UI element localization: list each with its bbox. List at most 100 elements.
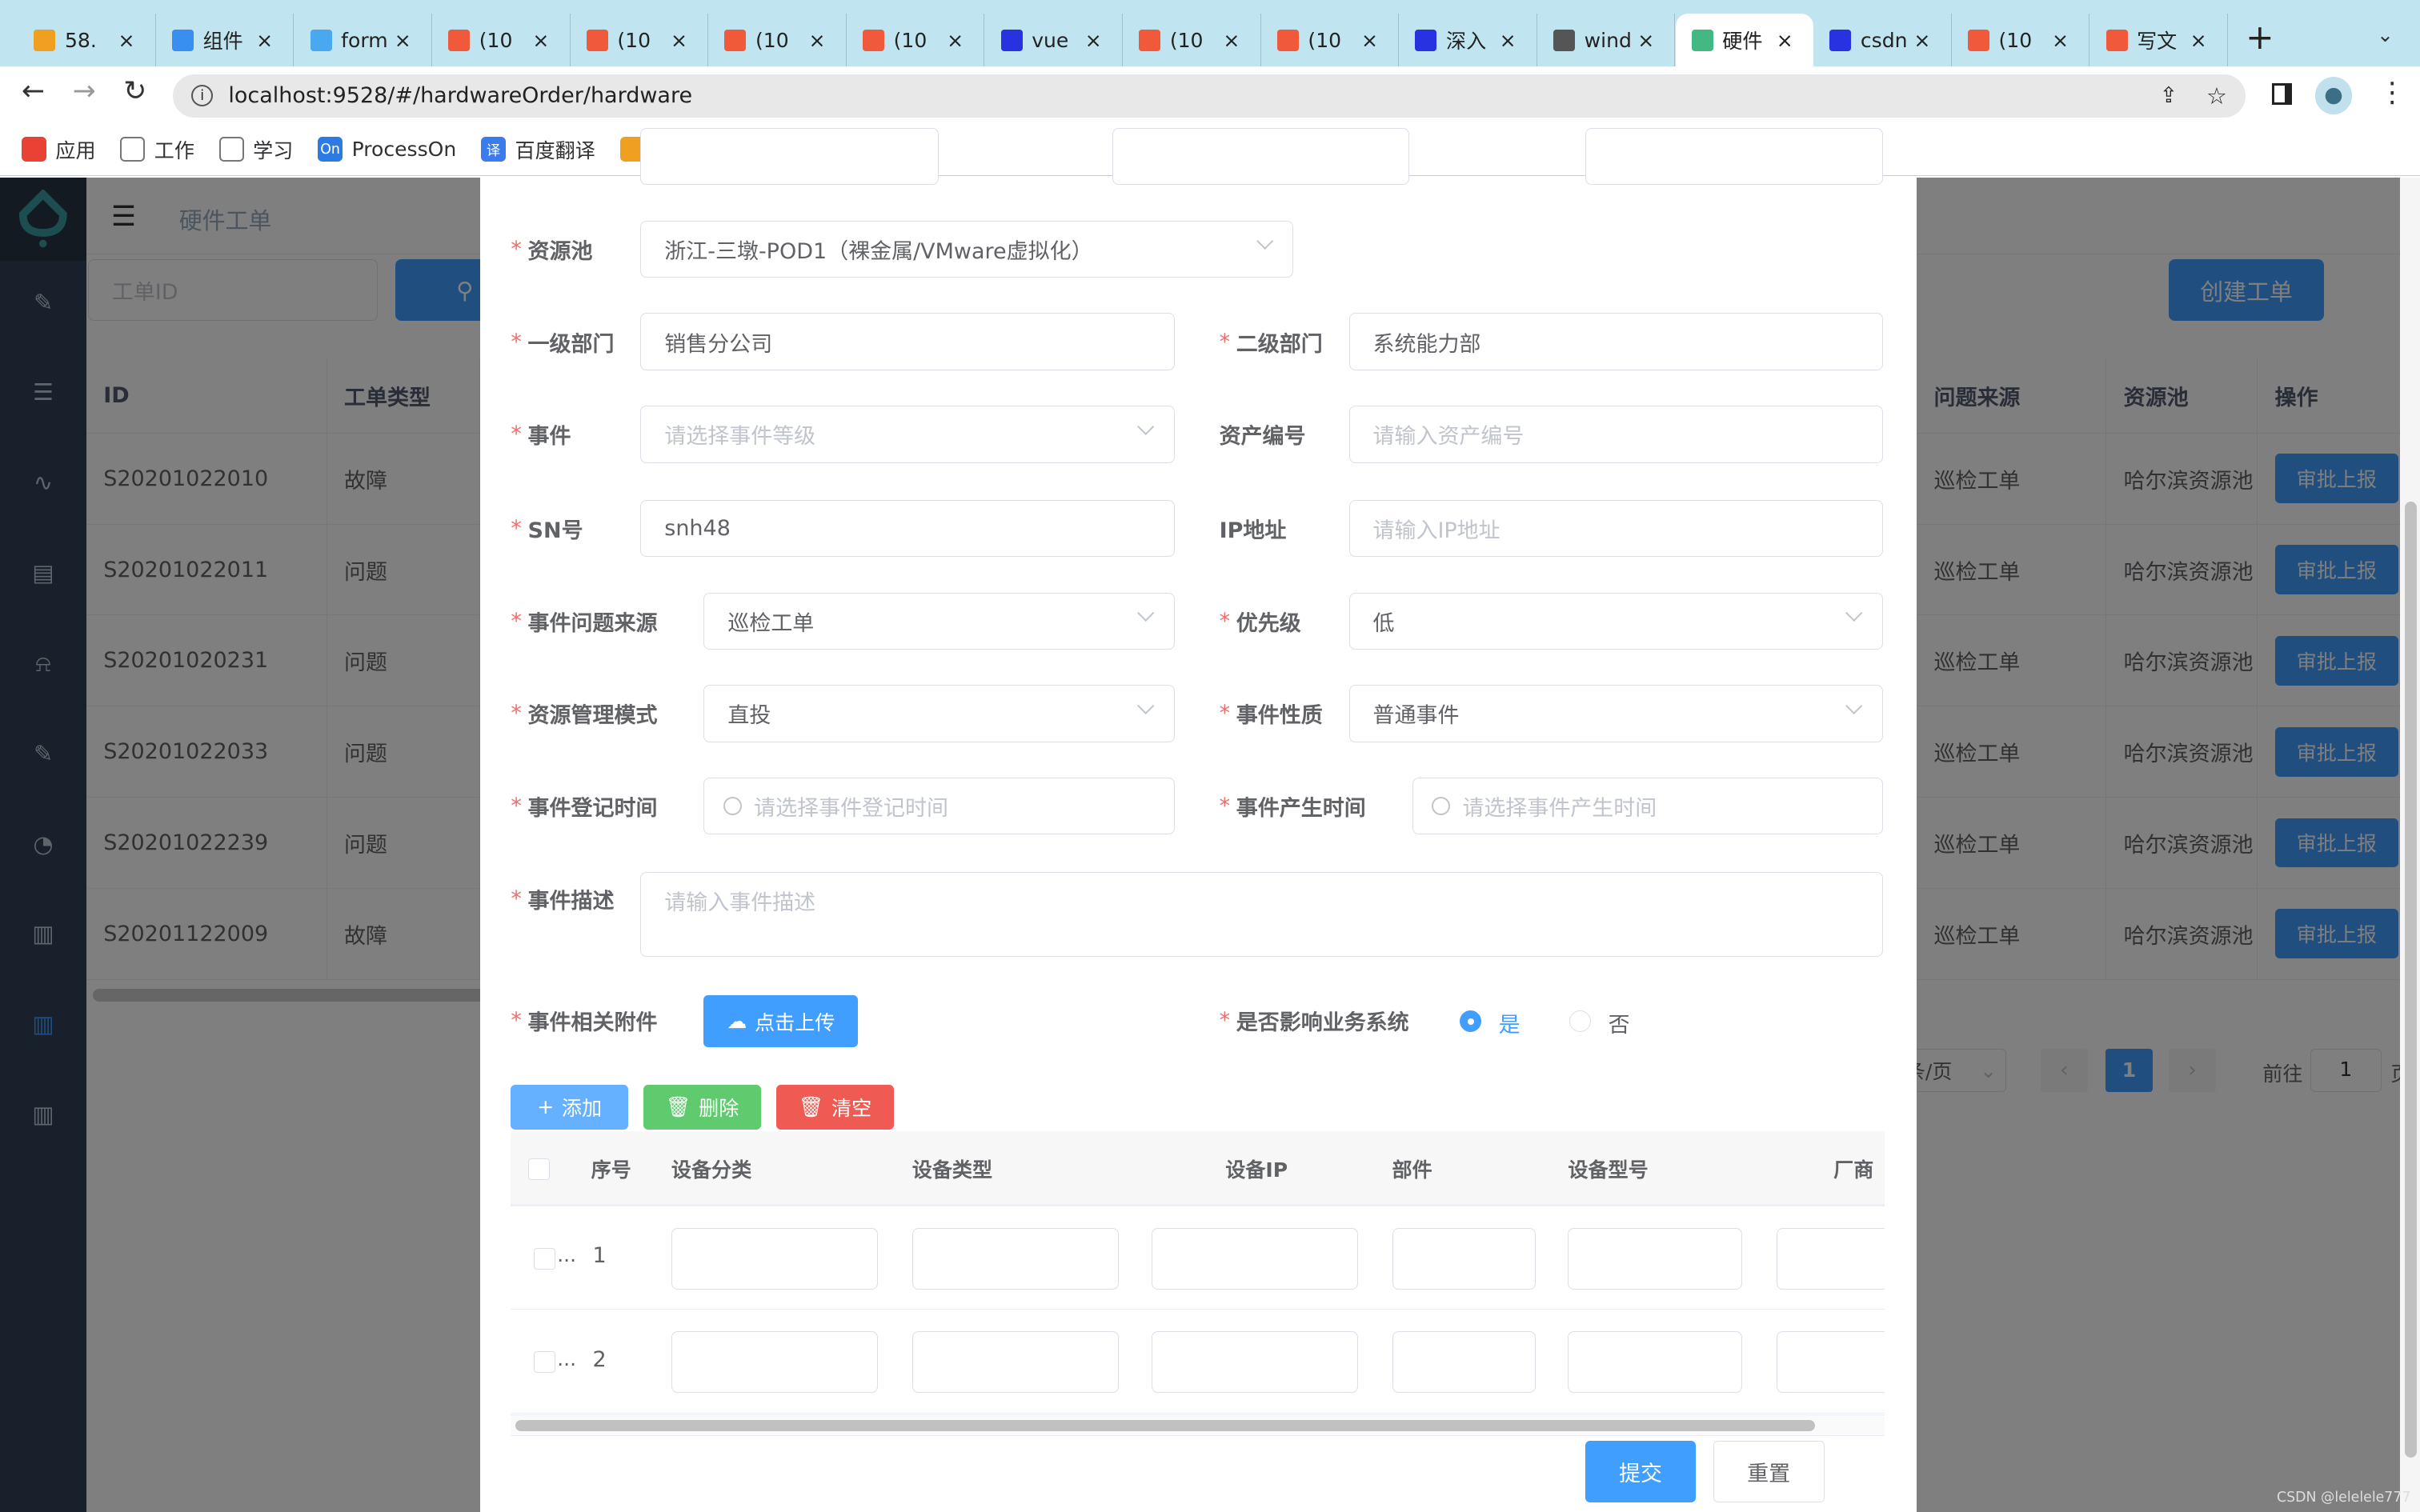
close-tab-icon[interactable]: × (256, 29, 281, 52)
browser-tab[interactable]: (10 × (571, 14, 709, 66)
device-category-input[interactable] (671, 1331, 879, 1394)
browser-tab[interactable]: form × (294, 14, 432, 66)
add-row-button[interactable]: + 添加 (511, 1084, 628, 1130)
close-tab-icon[interactable]: × (947, 29, 972, 52)
bookmark-item[interactable]: 应用 (21, 135, 96, 164)
nature-select[interactable]: 普通事件 (1348, 685, 1883, 742)
close-tab-icon[interactable]: × (1085, 29, 1110, 52)
bookmark-item[interactable]: 学习 (218, 135, 293, 164)
scrollbar-thumb[interactable] (515, 1420, 1815, 1431)
close-tab-icon[interactable]: × (1777, 29, 1801, 52)
event-label: * 事件 (511, 422, 571, 450)
vendor-input[interactable] (1776, 1331, 1885, 1394)
desc-textarea[interactable]: 请输入事件描述 (640, 871, 1883, 957)
new-tab-button[interactable]: + (2246, 18, 2274, 58)
row-ellipsis: ... (557, 1243, 577, 1267)
browser-tab[interactable]: wind × (1538, 14, 1676, 66)
side-panel-icon[interactable] (2271, 83, 2292, 106)
device-ip-input[interactable] (1151, 1228, 1359, 1290)
menu-kebab-icon[interactable]: ⋮ (2378, 77, 2406, 109)
device-model-input[interactable] (1568, 1228, 1743, 1290)
share-icon[interactable]: ⇪ (2160, 83, 2178, 108)
asset-no-input[interactable]: 请输入资产编号 (1348, 406, 1883, 463)
affects-no-radio[interactable] (1569, 1010, 1592, 1033)
device-table: 序号 设备分类 设备类型 设备IP 部件 设备型号 厂商 ... 1... 2 (511, 1130, 1885, 1434)
device-ip-input[interactable] (1151, 1331, 1359, 1394)
close-tab-icon[interactable]: × (671, 29, 695, 52)
close-tab-icon[interactable]: × (1361, 29, 1386, 52)
browser-tab[interactable]: (10 × (1124, 14, 1261, 66)
browser-tab[interactable]: 深入 × (1400, 14, 1537, 66)
browser-tab[interactable]: 写文 × (2090, 14, 2228, 66)
row-checkbox[interactable] (534, 1351, 556, 1374)
source-select[interactable]: 巡检工单 (703, 592, 1175, 650)
close-tab-icon[interactable]: × (1637, 29, 1662, 52)
upload-button[interactable]: ☁ 点击上传 (703, 994, 859, 1048)
resource-pool-select[interactable]: 浙江-三墩-POD1（裸金属/VMware虚拟化） (640, 220, 1294, 278)
reset-button[interactable]: 重置 (1713, 1441, 1825, 1503)
occur-time-picker[interactable]: 请选择事件产生时间 (1412, 777, 1883, 835)
device-type-input[interactable] (912, 1331, 1120, 1394)
page-vertical-scrollbar[interactable] (2399, 177, 2420, 1512)
select-all-checkbox[interactable] (527, 1158, 550, 1181)
bookmark-item[interactable]: 工作 (120, 135, 194, 164)
delete-rows-button[interactable]: 🗑 删除 (643, 1084, 761, 1130)
priority-select[interactable]: 低 (1348, 592, 1883, 650)
bookmark-star-icon[interactable]: ☆ (2206, 82, 2227, 110)
forward-button[interactable]: → (73, 75, 96, 107)
close-tab-icon[interactable]: × (118, 29, 143, 52)
ip-input[interactable]: 请输入IP地址 (1348, 499, 1883, 558)
browser-tab[interactable]: (10 × (433, 14, 571, 66)
close-tab-icon[interactable]: × (2190, 29, 2215, 52)
affects-no-label[interactable]: 否 (1609, 1007, 1630, 1038)
browser-tab[interactable]: 硬件 × (1676, 14, 1814, 66)
row-checkbox[interactable] (534, 1248, 556, 1270)
submit-button[interactable]: 提交 (1585, 1441, 1697, 1503)
affects-yes-label[interactable]: 是 (1499, 1007, 1521, 1038)
close-tab-icon[interactable]: × (809, 29, 834, 52)
close-tab-icon[interactable]: × (1913, 29, 1938, 52)
close-tab-icon[interactable]: × (1500, 29, 1525, 52)
component-input[interactable] (1392, 1228, 1536, 1290)
app-area: ✎☰∿▤⍾✎◔▥▥▥ ☰ 硬件工单 工单ID ⚲ 查 创建工单 ID工单类型问题… (0, 128, 2420, 1512)
reload-button[interactable]: ↻ (123, 75, 146, 107)
clear-rows-button[interactable]: 🗑 清空 (776, 1084, 894, 1130)
dept1-input[interactable]: 销售分公司 (640, 313, 1175, 370)
bookmark-item[interactable]: 译百度翻译 (481, 135, 595, 164)
event-level-select[interactable]: 请选择事件等级 (640, 406, 1175, 463)
close-tab-icon[interactable]: × (532, 29, 557, 52)
browser-tab[interactable]: csdn × (1814, 14, 1952, 66)
dept2-input[interactable]: 系统能力部 (1348, 313, 1883, 370)
tab-search-chevron-icon[interactable]: ⌄ (2377, 23, 2394, 46)
resource-pool-label: * 资源池 (511, 236, 593, 264)
scrollbar-thumb[interactable] (2404, 501, 2418, 1458)
close-tab-icon[interactable]: × (2052, 29, 2077, 52)
component-input[interactable] (1392, 1331, 1536, 1394)
browser-tab[interactable]: 组件 × (157, 14, 294, 66)
vendor-input[interactable] (1776, 1228, 1885, 1290)
reg-time-picker[interactable]: 请选择事件登记时间 (703, 777, 1175, 835)
browser-tab[interactable]: (10 × (847, 14, 985, 66)
mgmt-mode-select[interactable]: 直投 (703, 685, 1175, 742)
address-bar[interactable]: i localhost:9528/#/hardwareOrder/hardwar… (172, 74, 2246, 118)
browser-tab[interactable]: vue × (985, 14, 1124, 66)
back-button[interactable]: ← (22, 75, 45, 107)
browser-tab[interactable]: (10 × (1262, 14, 1400, 66)
device-category-input[interactable] (671, 1228, 879, 1290)
sn-input[interactable]: snh48 (640, 499, 1175, 558)
affects-yes-radio[interactable] (1460, 1010, 1482, 1033)
browser-tab[interactable]: (10 × (1953, 14, 2090, 66)
cutoff-field-2[interactable] (1112, 128, 1409, 186)
browser-tab[interactable]: (10 × (709, 14, 847, 66)
close-tab-icon[interactable]: × (395, 29, 419, 52)
browser-tab[interactable]: 58. × (18, 14, 156, 66)
bookmark-item[interactable]: On ProcessOn (318, 137, 456, 162)
profile-avatar-icon[interactable]: ● (2314, 77, 2353, 114)
cutoff-field-1[interactable] (640, 128, 939, 186)
close-tab-icon[interactable]: × (1223, 29, 1248, 52)
device-table-scrollbar[interactable] (511, 1414, 1885, 1437)
device-model-input[interactable] (1568, 1331, 1743, 1394)
site-info-icon[interactable]: i (191, 85, 214, 107)
device-type-input[interactable] (912, 1228, 1120, 1290)
cutoff-field-3[interactable] (1585, 128, 1883, 186)
